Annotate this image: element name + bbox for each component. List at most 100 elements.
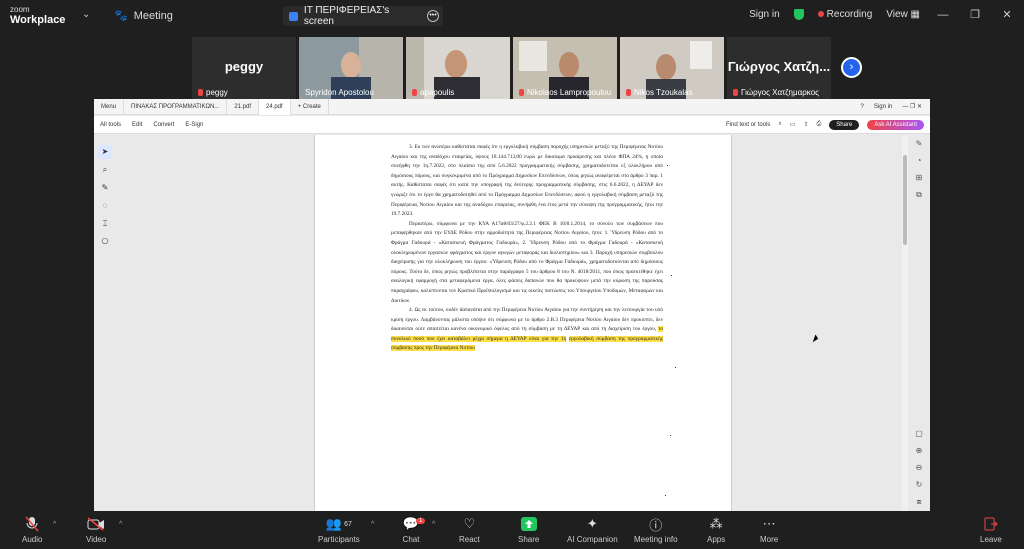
close-icon[interactable]: ✕: [998, 8, 1016, 21]
save-icon[interactable]: ▭: [790, 121, 796, 128]
more-button[interactable]: ⋯ More: [760, 516, 778, 544]
minimize-icon[interactable]: —: [934, 9, 952, 21]
participants-count: 67: [344, 520, 352, 528]
acrobat-menu-button[interactable]: Menu: [94, 99, 125, 115]
video-button[interactable]: Video: [86, 516, 106, 544]
acrobat-signin[interactable]: Sign in: [874, 104, 892, 110]
paw-icon: 🐾: [114, 10, 128, 22]
bookmark-icon[interactable]: ⊞: [916, 173, 923, 182]
menu-all-tools[interactable]: All tools: [100, 122, 121, 128]
select-cursor-icon[interactable]: ➤: [98, 145, 112, 159]
info-icon: ⓘ: [649, 517, 663, 533]
document-body: 3. Εκ των ανωτέρω καθίσταται σαφές ότι η…: [391, 143, 664, 354]
document-paragraph-2: Περαιτέρω, σύμφωνα με την ΚΥΑ Α17αθ/03/2…: [391, 220, 663, 304]
meeting-info-button[interactable]: ⓘ Meeting info: [634, 516, 678, 545]
acrobat-tab[interactable]: ΠΙΝΑΚΑΣ ΠΡΟΓΡΑΜΜΑΤΙΚΩΝ...: [124, 99, 228, 115]
comment-icon[interactable]: ⌕: [98, 163, 112, 177]
more-options-icon[interactable]: •••: [427, 10, 439, 22]
participant-tile[interactable]: Γιώργος Χατζη... Γιώργος Χατζημαρκος: [727, 37, 831, 99]
acrobat-zoom-tools: ▢ ⊕ ⊖ ↻ ⧈: [910, 429, 928, 507]
next-page-button[interactable]: ›: [841, 57, 862, 78]
shared-screen-tab[interactable]: IT ΠΕΡΙΦΕΡΕΙΑΣ's screen •••: [283, 5, 443, 27]
upload-icon[interactable]: ⇪: [803, 121, 808, 128]
page-number-box[interactable]: ▢: [915, 429, 923, 438]
share-label: Share: [518, 535, 540, 544]
video-options-caret[interactable]: ^: [119, 521, 122, 528]
react-label: React: [459, 535, 480, 544]
window-controls[interactable]: — ❐ ✕: [902, 103, 922, 110]
acrobat-tab[interactable]: 21.pdf: [227, 99, 259, 115]
search-icon[interactable]: ⌕: [778, 121, 781, 128]
participants-button[interactable]: 👥 67 Participants: [318, 516, 360, 544]
vertical-scrollbar[interactable]: [902, 135, 908, 511]
acrobat-tabbar: Menu ΠΙΝΑΚΑΣ ΠΡΟΓΡΑΜΜΑΤΙΚΩΝ... 21.pdf 24…: [94, 99, 930, 115]
chevron-down-icon[interactable]: ⌄: [82, 9, 90, 20]
muted-mic-icon: [626, 89, 631, 96]
acrobat-tab-active[interactable]: 24.pdf: [259, 99, 291, 115]
scrollbar-thumb[interactable]: [903, 155, 907, 245]
chevron-right-icon: ›: [849, 61, 854, 73]
apps-icon: ⁂: [709, 516, 723, 531]
participant-tile[interactable]: Nikos Tzoukalas: [620, 37, 724, 99]
audio-label: Audio: [22, 535, 43, 544]
share-button[interactable]: Share: [518, 516, 539, 544]
participant-label-text: Spyridon Apostolou: [305, 88, 374, 97]
meeting-toolbar: Audio ^ Video ^ 👥 67 Participants ^ 💬 1 C…: [0, 511, 1024, 549]
signin-link[interactable]: Sign in: [749, 9, 780, 20]
meeting-menu[interactable]: 🐾 Meeting: [114, 9, 173, 23]
ai-companion-label: AI Companion: [567, 535, 618, 544]
find-text-input[interactable]: Find text or tools: [726, 122, 770, 128]
acrobat-create-button[interactable]: + Create: [291, 99, 329, 115]
menu-esign[interactable]: E-Sign: [185, 122, 203, 128]
participant-tile[interactable]: peggy peggy: [192, 37, 296, 99]
participants-options-caret[interactable]: ^: [371, 521, 374, 528]
restore-icon[interactable]: ❐: [966, 8, 984, 21]
participant-tile-active-speaker[interactable]: apapoulis: [406, 37, 510, 99]
audio-button[interactable]: Audio: [22, 516, 42, 544]
pen-icon[interactable]: ✎: [98, 181, 112, 195]
comment-panel-icon[interactable]: ◔: [917, 156, 922, 165]
help-icon[interactable]: ?: [861, 104, 864, 110]
rotate-icon[interactable]: ↻: [916, 480, 923, 489]
lasso-icon[interactable]: ◌: [98, 199, 112, 213]
text-select-icon[interactable]: ⌶: [98, 217, 112, 231]
view-menu[interactable]: View ▦: [886, 9, 920, 20]
participant-label-text: Γιώργος Χατζημαρκος: [741, 88, 819, 97]
more-label: More: [760, 535, 779, 544]
menu-edit[interactable]: Edit: [132, 122, 142, 128]
chat-button[interactable]: 💬 1 Chat: [402, 516, 426, 544]
chat-options-caret[interactable]: ^: [432, 521, 435, 528]
react-button[interactable]: ♡ React: [459, 516, 480, 544]
participant-label: apapoulis: [412, 88, 454, 97]
stamp-icon[interactable]: ⎔: [98, 235, 112, 249]
document-viewport[interactable]: 3. Εκ των ανωτέρω καθίσταται σαφές ότι η…: [122, 135, 902, 511]
edit-pdf-icon[interactable]: ✎: [916, 139, 923, 148]
acrobat-top-right: ? Sign in — ❐ ✕: [861, 103, 930, 111]
print-icon[interactable]: ⎙: [816, 121, 821, 128]
zoom-out-icon[interactable]: ⊖: [916, 463, 923, 472]
menu-convert[interactable]: Convert: [153, 122, 174, 128]
apps-button[interactable]: ⁂ Apps: [707, 516, 725, 544]
muted-mic-icon: [198, 89, 203, 96]
fit-page-icon[interactable]: ⧈: [916, 497, 921, 507]
participant-tile[interactable]: Nikolaos Lampropoulou: [513, 37, 617, 99]
leave-button[interactable]: Leave: [980, 516, 1002, 544]
acrobat-menu-right: Find text or tools ⌕ ▭ ⇪ ⎙ Share Ask AI …: [726, 119, 930, 130]
meeting-info-label: Meeting info: [634, 535, 678, 544]
participant-label-text: apapoulis: [420, 88, 455, 97]
title-bar: zoom Workplace ⌄ 🐾 Meeting IT ΠΕΡΙΦΕΡΕΙΑ…: [0, 0, 1024, 32]
ai-companion-button[interactable]: ✦ AI Companion: [567, 516, 618, 544]
copy-pages-icon[interactable]: ⧉: [916, 190, 922, 200]
zoom-in-icon[interactable]: ⊕: [916, 446, 923, 455]
recording-indicator[interactable]: Recording: [817, 9, 872, 20]
sparkle-icon: ✦: [586, 516, 598, 531]
shield-check-icon[interactable]: [793, 9, 804, 20]
share-pill-button[interactable]: Share: [829, 119, 860, 130]
participant-tile[interactable]: Spyridon Apostolou: [299, 37, 403, 99]
participant-label-text: Nikos Tzoukalas: [634, 88, 693, 97]
participant-name-large: Γιώργος Χατζη...: [727, 59, 831, 74]
audio-options-caret[interactable]: ^: [53, 521, 56, 528]
ai-assistant-button[interactable]: Ask AI Assistant: [867, 119, 924, 130]
mouse-cursor-icon: [812, 334, 820, 344]
participant-label: Nikolaos Lampropoulou: [519, 88, 611, 97]
